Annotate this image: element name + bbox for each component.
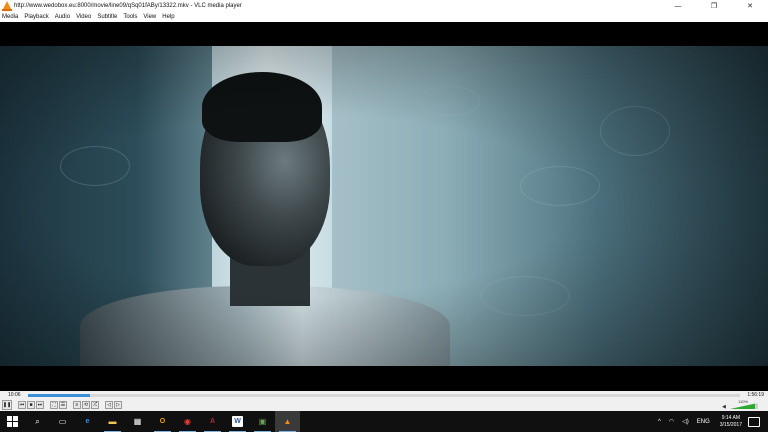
app-button[interactable]: ▣ — [250, 411, 275, 432]
menu-audio[interactable]: Audio — [55, 14, 70, 20]
pause-button[interactable]: ❚❚ — [2, 400, 12, 410]
chrome-button[interactable]: ◉ — [175, 411, 200, 432]
app-icon: ▣ — [258, 417, 267, 426]
edge-button[interactable]: e — [75, 411, 100, 432]
volume-control[interactable]: ◀ 110% — [722, 399, 762, 411]
previous-button[interactable]: ⏮ — [18, 401, 26, 409]
acrobat-button[interactable]: A — [200, 411, 225, 432]
menu-bar: Media Playback Audio Video Subtitle Tool… — [0, 12, 768, 22]
extended-settings-button[interactable]: ☰ — [59, 401, 67, 409]
word-icon: W — [232, 416, 243, 427]
windows-taskbar: ⌕ ▭ e ▬ ▦ O ◉ A W ▣ ▲ ^ ◠ ◁) ENG 9:14 AM… — [0, 411, 768, 432]
loop-button[interactable]: ⟲ — [82, 401, 90, 409]
outlook-button[interactable]: O — [150, 411, 175, 432]
menu-playback[interactable]: Playback — [24, 14, 48, 20]
volume-slider[interactable] — [730, 403, 758, 409]
clock[interactable]: 9:14 AM 3/15/2017 — [720, 415, 742, 429]
time-elapsed: 10:06 — [8, 392, 21, 398]
search-icon: ⌕ — [35, 416, 40, 426]
speaker-icon[interactable]: ◁) — [682, 418, 689, 425]
outlook-icon: O — [159, 418, 166, 425]
fullscreen-button[interactable]: ⛶ — [50, 401, 58, 409]
task-view-button[interactable]: ▭ — [50, 411, 75, 432]
start-button[interactable] — [0, 411, 25, 432]
menu-video[interactable]: Video — [76, 14, 91, 20]
menu-view[interactable]: View — [143, 14, 156, 20]
seek-progress — [28, 394, 90, 397]
vlc-logo-icon — [2, 1, 12, 11]
title-bar[interactable]: http://www.wedobox.eu:8000/movie/line09/… — [0, 0, 768, 12]
close-button[interactable]: ✕ — [732, 0, 768, 12]
windows-logo-icon — [7, 416, 18, 427]
menu-subtitle[interactable]: Subtitle — [97, 14, 117, 20]
window-controls: — ❐ ✕ — [660, 0, 768, 12]
menu-tools[interactable]: Tools — [123, 14, 137, 20]
random-button[interactable]: ⤮ — [91, 401, 99, 409]
seek-slider[interactable] — [28, 394, 740, 397]
seek-bar-area: 10:06 1:56:19 — [0, 391, 768, 399]
notification-icon[interactable] — [748, 416, 760, 427]
store-button[interactable]: ▦ — [125, 411, 150, 432]
vlc-button[interactable]: ▲ — [275, 411, 300, 432]
menu-media[interactable]: Media — [2, 14, 18, 20]
folder-icon: ▬ — [108, 417, 117, 426]
search-button[interactable]: ⌕ — [25, 411, 50, 432]
window-title: http://www.wedobox.eu:8000/movie/line09/… — [14, 3, 242, 9]
store-icon: ▦ — [133, 417, 142, 426]
minimize-button[interactable]: — — [660, 0, 696, 12]
word-button[interactable]: W — [225, 411, 250, 432]
restore-button[interactable]: ❐ — [696, 0, 732, 12]
clock-date: 3/15/2017 — [719, 421, 742, 428]
language-indicator[interactable]: ENG — [697, 419, 710, 425]
video-vignette — [0, 46, 768, 366]
vlc-icon: ▲ — [283, 417, 292, 426]
tray-chevron-icon[interactable]: ^ — [658, 419, 661, 425]
edge-icon: e — [85, 418, 90, 425]
video-frame — [0, 46, 768, 366]
network-icon[interactable]: ◠ — [669, 418, 674, 425]
volume-level — [730, 403, 756, 409]
vlc-window: http://www.wedobox.eu:8000/movie/line09/… — [0, 0, 768, 432]
clock-time: 9:14 AM — [721, 414, 741, 421]
menu-help[interactable]: Help — [162, 14, 174, 20]
frame-forward-button[interactable]: ▷ — [114, 401, 122, 409]
stop-button[interactable]: ■ — [27, 401, 35, 409]
playback-controls: ❚❚ ⏮ ■ ⏭ ⛶ ☰ ≡ ⟲ ⤮ ◁ ▷ ◀ 110% — [0, 399, 768, 411]
video-display[interactable] — [0, 22, 768, 391]
file-explorer-button[interactable]: ▬ — [100, 411, 125, 432]
next-button[interactable]: ⏭ — [36, 401, 44, 409]
task-view-icon: ▭ — [58, 417, 67, 426]
acrobat-icon: A — [209, 418, 216, 425]
playlist-button[interactable]: ≡ — [73, 401, 81, 409]
frame-back-button[interactable]: ◁ — [105, 401, 113, 409]
volume-speaker-icon[interactable]: ◀ — [722, 404, 726, 410]
chrome-icon: ◉ — [184, 417, 191, 426]
time-total: 1:56:19 — [747, 392, 764, 398]
system-tray: ^ ◠ ◁) ENG 9:14 AM 3/15/2017 — [654, 411, 768, 432]
